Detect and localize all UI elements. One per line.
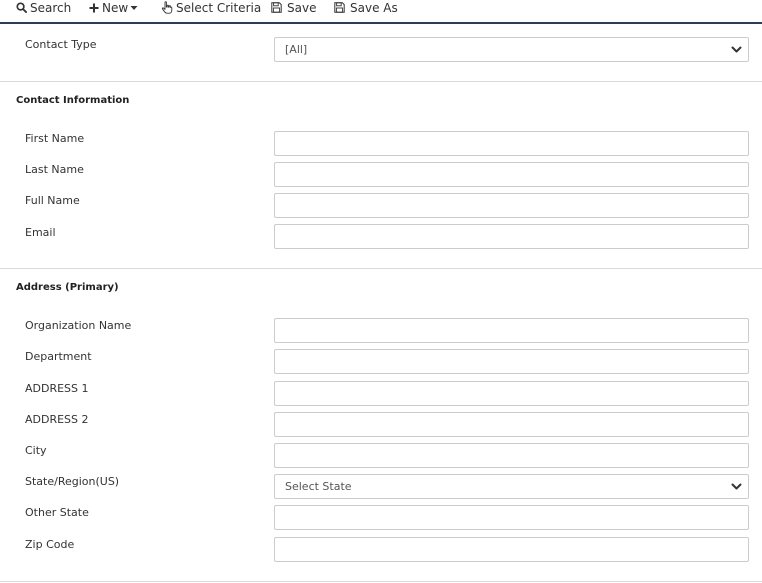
- first-name-label: First Name: [25, 132, 85, 145]
- save-as-button-label: Save As: [350, 0, 398, 15]
- section-divider: [0, 581, 762, 582]
- floppy-disk-icon: [271, 2, 282, 13]
- hand-pointer-icon: [161, 1, 173, 14]
- city-input[interactable]: [274, 443, 749, 468]
- email-input[interactable]: [274, 224, 749, 249]
- address1-input[interactable]: [274, 381, 749, 406]
- organization-name-input[interactable]: [274, 318, 749, 343]
- toolbar: Search New Select Criteria Save Save As: [0, 0, 762, 24]
- chevron-down-icon: [731, 46, 742, 53]
- chevron-down-icon: [731, 483, 742, 490]
- new-dropdown-button[interactable]: New: [89, 0, 138, 15]
- state-region-label: State/Region(US): [25, 475, 120, 488]
- search-button[interactable]: Search: [16, 0, 71, 15]
- address-primary-title: Address (Primary): [16, 282, 119, 293]
- contact-information-title: Contact Information: [16, 95, 130, 106]
- contact-type-label: Contact Type: [25, 38, 97, 51]
- last-name-label: Last Name: [25, 163, 84, 176]
- city-label: City: [25, 444, 47, 457]
- last-name-input[interactable]: [274, 162, 749, 187]
- caret-down-icon: [130, 5, 138, 10]
- zip-code-label: Zip Code: [25, 538, 75, 551]
- contact-type-select[interactable]: [All]: [274, 37, 749, 62]
- save-as-button[interactable]: Save As: [334, 0, 398, 15]
- contact-type-selected-value: [All]: [285, 43, 308, 56]
- other-state-label: Other State: [25, 506, 89, 519]
- section-divider: [0, 268, 762, 269]
- search-icon: [16, 2, 27, 13]
- state-selected-value: Select State: [285, 480, 352, 493]
- department-input[interactable]: [274, 349, 749, 374]
- save-button[interactable]: Save: [271, 0, 316, 15]
- full-name-label: Full Name: [25, 194, 80, 207]
- zip-code-input[interactable]: [274, 537, 749, 562]
- state-select[interactable]: Select State: [274, 474, 749, 499]
- new-button-label: New: [102, 0, 129, 15]
- full-name-input[interactable]: [274, 193, 749, 218]
- search-button-label: Search: [30, 0, 72, 15]
- plus-icon: [89, 3, 99, 12]
- first-name-input[interactable]: [274, 131, 749, 156]
- other-state-input[interactable]: [274, 505, 749, 530]
- address1-label: ADDRESS 1: [25, 382, 89, 395]
- select-criteria-label: Select Criteria: [176, 0, 262, 15]
- email-label: Email: [25, 226, 56, 239]
- address2-label: ADDRESS 2: [25, 413, 89, 426]
- section-divider: [0, 81, 762, 82]
- floppy-disk-icon: [334, 2, 345, 13]
- select-criteria-button[interactable]: Select Criteria: [161, 0, 261, 15]
- organization-name-label: Organization Name: [25, 319, 132, 332]
- department-label: Department: [25, 350, 92, 363]
- save-button-label: Save: [287, 0, 317, 15]
- address2-input[interactable]: [274, 412, 749, 437]
